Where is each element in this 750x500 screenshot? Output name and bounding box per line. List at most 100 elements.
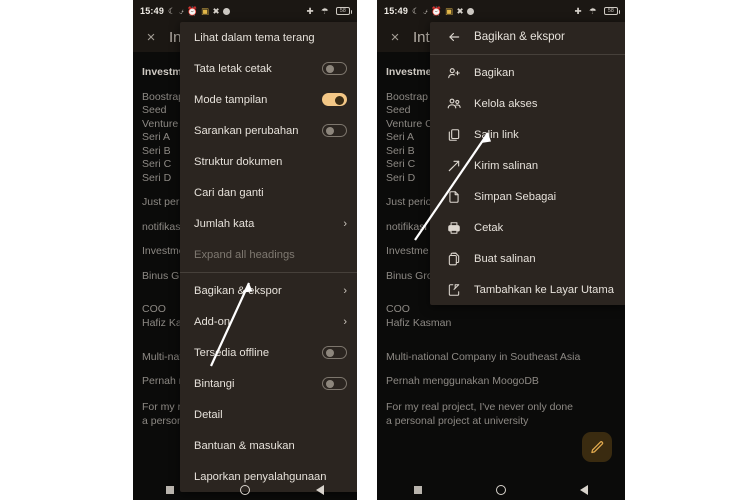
gallery-icon: ▣ (201, 5, 210, 16)
people-icon (444, 96, 464, 111)
share-export-menu-header[interactable]: Bagikan & ekspor (430, 22, 625, 52)
menu-item-label: Bantuan & masukan (194, 439, 295, 452)
home-circle-icon[interactable] (496, 485, 506, 495)
toggle-print-layout[interactable] (322, 62, 347, 75)
status-time: 15:49 (140, 6, 165, 16)
battery-icon: 58 (604, 7, 620, 15)
status-bar: 15:49 ☾ ⍻ ⏰ ▣ ✖ ✚ ☂ 58 (377, 0, 625, 22)
share-export-menu[interactable]: Bagikan & ekspor Bagikan Kelola akses Sa… (430, 22, 625, 305)
screenshot-root: 15:49 ☾ ⍻ ⏰ ▣ ✖ ✚ ☂ 58 × Inte Investme B… (0, 0, 750, 500)
menu-divider (430, 54, 625, 55)
menu-item-copy-link[interactable]: Salin link (430, 119, 625, 150)
menu-item-light-theme[interactable]: Lihat dalam tema terang (180, 22, 357, 53)
alarm-icon: ⏰ (187, 5, 198, 16)
vibrate-off-icon: ⍻ (179, 5, 184, 16)
toggle-star[interactable] (322, 377, 347, 390)
back-arrow-icon[interactable] (444, 30, 464, 44)
menu-item-save-as[interactable]: Simpan Sebagai (430, 181, 625, 212)
recents-square-icon[interactable] (414, 486, 422, 494)
chevron-right-icon: › (343, 217, 347, 230)
phone-screenshot-right: 15:49 ☾ ⍻ ⏰ ▣ ✖ ✚ ☂ 58 × Inte Investme B… (377, 0, 625, 500)
wifi-icon: ☂ (320, 5, 329, 16)
edit-fab-button[interactable] (582, 432, 612, 462)
menu-item-label: Add-on (194, 315, 231, 328)
close-icon[interactable]: × (141, 29, 161, 46)
menu-item-label: Cari dan ganti (194, 186, 264, 199)
alarm-icon: ⏰ (431, 5, 442, 16)
back-triangle-icon[interactable] (580, 485, 588, 495)
vibrate-off-icon: ⍻ (423, 5, 428, 16)
menu-item-label: Bagikan & ekspor (194, 284, 282, 297)
moon-icon: ☾ (412, 5, 420, 16)
document-line: Hafiz Kasman (386, 316, 452, 329)
menu-item-label: Sarankan perubahan (194, 124, 299, 137)
menu-item-expand-headings: Expand all headings (180, 239, 357, 270)
menu-item-label: Expand all headings (194, 248, 295, 261)
toggle-display-mode[interactable] (322, 93, 347, 106)
menu-item-label: Tata letak cetak (194, 62, 272, 75)
menu-item-print[interactable]: Cetak (430, 212, 625, 243)
dot-icon (223, 7, 231, 15)
toggle-suggest-changes[interactable] (322, 124, 347, 137)
chevron-right-icon: › (343, 315, 347, 328)
menu-item-label: Cetak (474, 221, 504, 234)
airplane-icon: ✚ (574, 5, 582, 16)
menu-item-print-layout[interactable]: Tata letak cetak (180, 53, 357, 84)
menu-item-display-mode[interactable]: Mode tampilan (180, 84, 357, 115)
status-bar: 15:49 ☾ ⍻ ⏰ ▣ ✖ ✚ ☂ 58 (133, 0, 357, 22)
save-file-icon (444, 190, 464, 204)
add-to-homescreen-icon (444, 283, 464, 297)
document-line: COO (386, 303, 410, 315)
menu-item-send-copy[interactable]: Kirim salinan (430, 150, 625, 181)
document-paragraph: Multi-national Company in Southeast Asia (386, 351, 581, 363)
menu-item-label: Simpan Sebagai (474, 190, 557, 203)
status-time: 15:49 (384, 6, 409, 16)
menu-item-label: Tambahkan ke Layar Utama (474, 283, 614, 296)
menu-item-available-offline[interactable]: Tersedia offline (180, 337, 357, 368)
menu-item-add-on[interactable]: Add-on › (180, 306, 357, 337)
document-line: Pernah menggunakan MoogoDB (386, 375, 539, 387)
document-paragraph: For my real project, I've never only don… (386, 400, 574, 413)
menu-item-make-copy[interactable]: Buat salinan (430, 243, 625, 274)
status-right-cluster: ✚ ☂ 58 (574, 5, 620, 16)
menu-item-share[interactable]: Bagikan (430, 57, 625, 88)
menu-item-details[interactable]: Detail (180, 399, 357, 430)
copy-link-icon (444, 128, 464, 142)
menu-item-word-count[interactable]: Jumlah kata › (180, 208, 357, 239)
back-triangle-icon[interactable] (316, 485, 324, 495)
menu-item-manage-access[interactable]: Kelola akses (430, 88, 625, 119)
menu-item-label: Detail (194, 408, 223, 421)
moon-icon: ☾ (168, 5, 176, 16)
gallery-icon: ▣ (445, 5, 454, 16)
system-nav-bar (133, 480, 357, 500)
menu-item-label: Kelola akses (474, 97, 538, 110)
menu-item-find-replace[interactable]: Cari dan ganti (180, 177, 357, 208)
send-icon (444, 159, 464, 173)
battery-icon: 58 (336, 7, 352, 15)
recents-square-icon[interactable] (166, 486, 174, 494)
phone-screenshot-left: 15:49 ☾ ⍻ ⏰ ▣ ✖ ✚ ☂ 58 × Inte Investme B… (133, 0, 357, 500)
menu-item-add-to-homescreen[interactable]: Tambahkan ke Layar Utama (430, 274, 625, 305)
menu-header-label: Bagikan & ekspor (474, 30, 565, 43)
menu-item-label: Salin link (474, 128, 519, 141)
menu-divider (180, 272, 357, 273)
person-add-icon (444, 66, 464, 80)
menu-item-share-export[interactable]: Bagikan & ekspor › (180, 275, 357, 306)
status-right-cluster: ✚ ☂ 58 (306, 5, 352, 16)
x-app-icon: ✖ (212, 5, 220, 16)
system-nav-bar (377, 480, 625, 500)
menu-item-document-outline[interactable]: Struktur dokumen (180, 146, 357, 177)
menu-item-label: Buat salinan (474, 252, 536, 265)
menu-item-star[interactable]: Bintangi (180, 368, 357, 399)
options-menu[interactable]: Lihat dalam tema terang Tata letak cetak… (180, 22, 357, 492)
chevron-right-icon: › (343, 284, 347, 297)
home-circle-icon[interactable] (240, 485, 250, 495)
menu-item-label: Kirim salinan (474, 159, 539, 172)
wifi-icon: ☂ (588, 5, 597, 16)
close-icon[interactable]: × (385, 29, 405, 46)
toggle-available-offline[interactable] (322, 346, 347, 359)
menu-item-help-feedback[interactable]: Bantuan & masukan (180, 430, 357, 461)
menu-item-label: Tersedia offline (194, 346, 270, 359)
menu-item-suggest-changes[interactable]: Sarankan perubahan (180, 115, 357, 146)
document-paragraph: a personal project at university (386, 414, 529, 427)
